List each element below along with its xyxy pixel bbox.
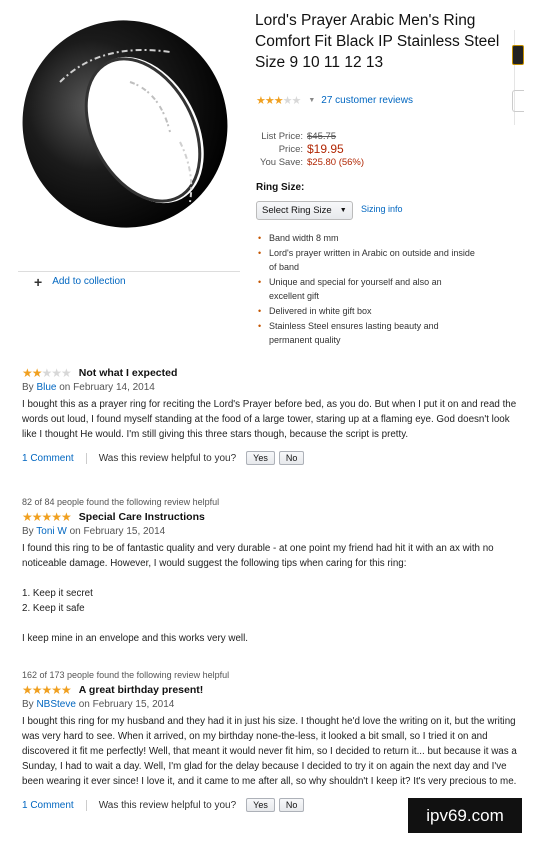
plus-icon: + <box>34 273 43 290</box>
review-author[interactable]: NBSteve <box>36 699 75 710</box>
ring-size-label: Ring Size: <box>256 182 305 193</box>
bullet-item: Stainless Steel ensures lasting beauty a… <box>258 319 478 348</box>
rating-stars[interactable]: ★★★★★ <box>256 94 301 107</box>
bullet-item: Delivered in white gift box <box>258 304 478 319</box>
by-label: By <box>22 382 34 393</box>
review-byline: By NBSteve on February 15, 2014 <box>22 699 520 710</box>
review-date: on February 15, 2014 <box>78 699 175 710</box>
ring-size-select[interactable]: Select Ring Size ▼ <box>256 201 353 220</box>
review-title[interactable]: Not what I expected <box>79 367 178 379</box>
quantity-box-partial[interactable] <box>512 90 524 112</box>
review-body: I found this ring to be of fantastic qua… <box>22 541 520 646</box>
helpful-yes-button[interactable]: Yes <box>246 798 275 812</box>
review-byline: By Blue on February 14, 2014 <box>22 382 520 393</box>
review-footer: 1 Comment Was this review helpful to you… <box>22 451 520 465</box>
you-save: $25.80 (56%) <box>307 157 365 168</box>
price-block: List Price: $45.75 Price: $19.95 You Save:… <box>255 130 364 169</box>
review-stars: ★★★★★ <box>22 366 72 380</box>
chevron-down-icon: ▼ <box>339 207 347 214</box>
helpful-question: Was this review helpful to you? <box>98 799 237 811</box>
comment-link[interactable]: 1 Comment <box>22 453 74 464</box>
divider <box>85 452 87 464</box>
review-stars: ★★★★★ <box>22 510 72 524</box>
price: $19.95 <box>307 142 344 156</box>
add-to-collection-label: Add to collection <box>52 276 126 287</box>
image-divider <box>18 271 240 272</box>
review: 162 of 173 people found the following re… <box>22 670 520 812</box>
review-paragraph: 2. Keep it safe <box>22 603 85 614</box>
list-price-label: List Price: <box>261 131 303 142</box>
review-paragraph: I keep mine in an envelope and this work… <box>22 633 248 644</box>
review-author[interactable]: Toni W <box>36 526 67 537</box>
add-to-collection-link[interactable]: + Add to collection <box>34 273 126 290</box>
feature-bullets: Band width 8 mm Lord's prayer written in… <box>258 231 478 348</box>
chevron-down-icon[interactable]: ▼ <box>308 97 315 104</box>
review-body: I bought this as a prayer ring for recit… <box>22 397 520 442</box>
by-label: By <box>22 526 34 537</box>
helpful-yes-button[interactable]: Yes <box>246 451 275 465</box>
bullet-item: Unique and special for yourself and also… <box>258 275 478 304</box>
you-save-label: You Save: <box>260 157 303 168</box>
bullet-item: Lord's prayer written in Arabic on outsi… <box>258 246 478 275</box>
review: ★★★★★ Not what I expected By Blue on Feb… <box>22 366 520 465</box>
helpful-question: Was this review helpful to you? <box>98 452 237 464</box>
price-label: Price: <box>278 144 303 155</box>
add-to-cart-button-partial[interactable] <box>512 45 524 65</box>
review-body: I bought this ring for my husband and th… <box>22 714 520 789</box>
helpful-count: 82 of 84 people found the following revi… <box>22 497 220 507</box>
customer-reviews-link[interactable]: 27 customer reviews <box>321 95 413 106</box>
by-label: By <box>22 699 34 710</box>
review-title[interactable]: A great birthday present! <box>79 684 203 696</box>
review-stars: ★★★★★ <box>22 683 72 697</box>
comment-link[interactable]: 1 Comment <box>22 800 74 811</box>
divider <box>85 799 87 811</box>
review-paragraph: I bought this as a prayer ring for recit… <box>22 399 517 440</box>
review-date: on February 14, 2014 <box>59 382 155 393</box>
watermark: ipv69.com <box>408 798 522 833</box>
ring-size-select-value: Select Ring Size <box>262 205 332 216</box>
review: 82 of 84 people found the following revi… <box>22 497 520 646</box>
sizing-info-link[interactable]: Sizing info <box>361 204 403 214</box>
helpful-no-button[interactable]: No <box>278 451 305 465</box>
review-paragraph: I found this ring to be of fantastic qua… <box>22 543 494 569</box>
review-paragraph: I bought this ring for my husband and th… <box>22 716 517 787</box>
helpful-no-button[interactable]: No <box>278 798 305 812</box>
helpful-count: 162 of 173 people found the following re… <box>22 670 230 680</box>
review-author[interactable]: Blue <box>36 382 56 393</box>
review-paragraph: 1. Keep it secret <box>22 588 93 599</box>
review-date: on February 15, 2014 <box>69 526 166 537</box>
review-byline: By Toni W on February 15, 2014 <box>22 526 520 537</box>
bullet-item: Band width 8 mm <box>258 231 478 246</box>
product-rating[interactable]: ★★★★★ ▼ 27 customer reviews <box>256 94 413 107</box>
product-image[interactable] <box>20 12 232 234</box>
product-title: Lord's Prayer Arabic Men's Ring Comfort … <box>255 12 500 71</box>
review-title[interactable]: Special Care Instructions <box>79 511 205 523</box>
